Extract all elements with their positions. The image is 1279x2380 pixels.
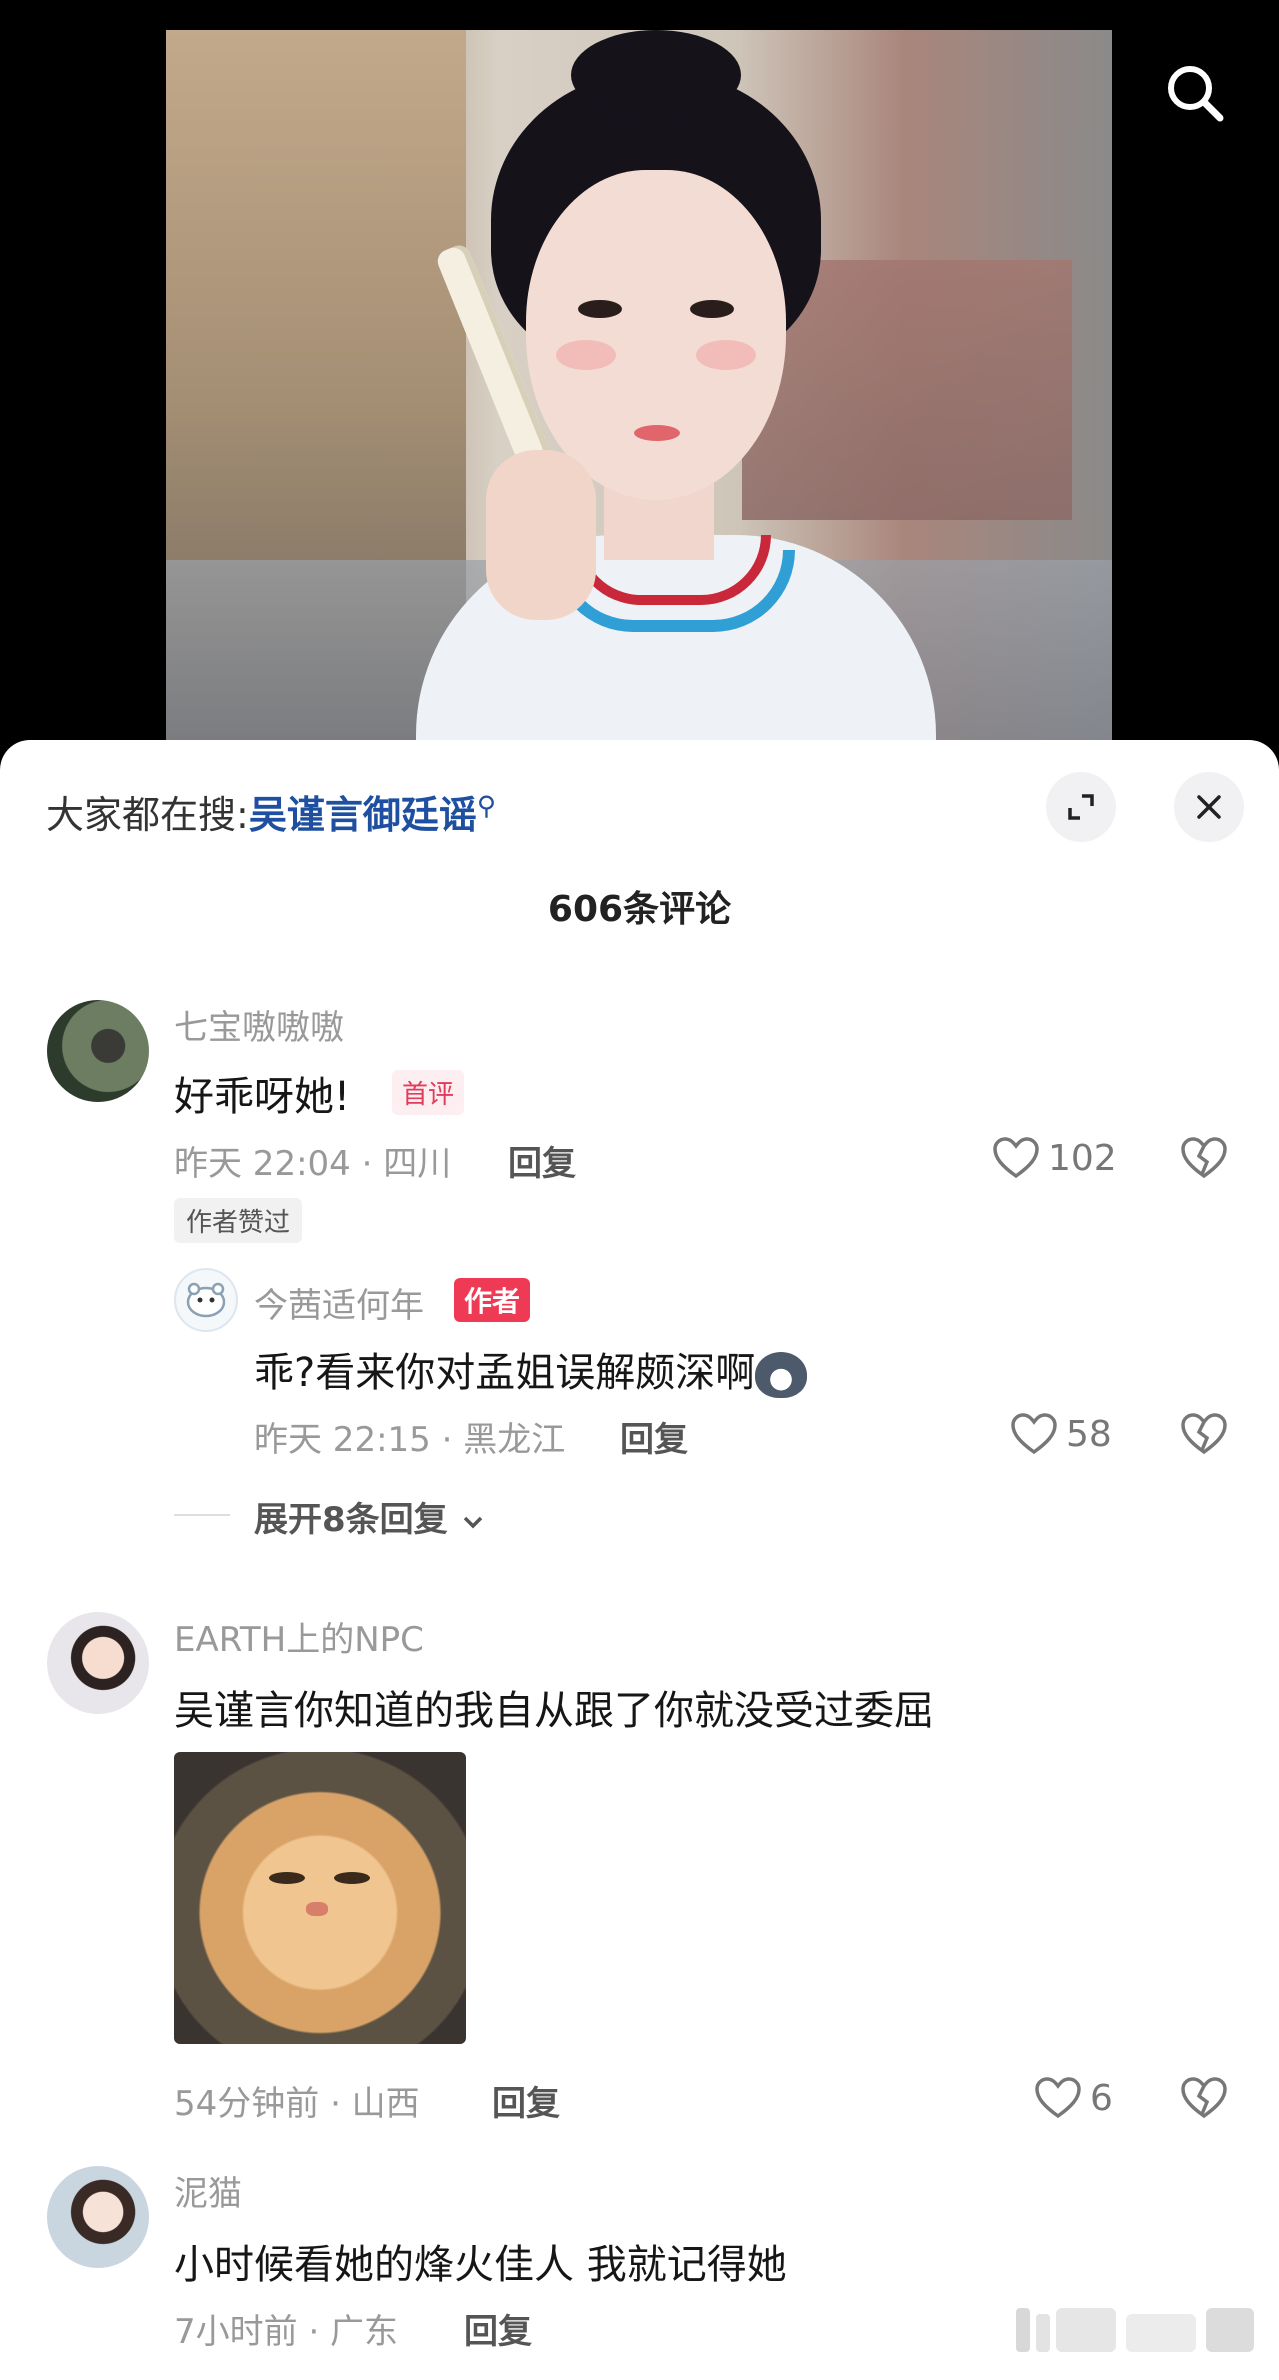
cat-nose [306, 1902, 328, 1916]
trending-search-keyword[interactable]: 吴谨言御廷谣 [249, 793, 477, 837]
dislike-button[interactable] [1180, 1136, 1228, 1184]
author-liked-tag: 作者赞过 [174, 1198, 303, 1243]
dislike-button[interactable] [1180, 2076, 1228, 2124]
like-count: 102 [1048, 1137, 1117, 1179]
comment-text: 吴谨言你知道的我自从跟了你就没受过委屈 [174, 1688, 934, 1734]
cat-eye-left [269, 1872, 305, 1884]
reply-text: 乖?看来你对孟姐误解颇深啊 [254, 1350, 756, 1396]
expand-divider [174, 1514, 230, 1516]
small-search-icon: ⚲ [476, 791, 496, 822]
like-count: 6 [1090, 2077, 1113, 2119]
chevron-down-icon [463, 1516, 482, 1528]
first-comment-badge: 首评 [392, 1070, 465, 1115]
like-button[interactable]: 6 [1034, 2076, 1113, 2120]
reply-button[interactable]: 回复 [464, 2304, 532, 2353]
comments-count-title: 606条评论 [547, 889, 732, 930]
video-frame [166, 30, 1112, 760]
reply-like-button[interactable]: 58 [1010, 1412, 1112, 1456]
trending-search-hint[interactable]: 大家都在搜:吴谨言御廷谣⚲ [46, 784, 496, 839]
watermark-icon [1016, 2308, 1254, 2352]
cartoon-avatar-icon [186, 1282, 226, 1318]
heart-icon [1011, 1413, 1057, 1455]
person-blush-left [556, 340, 616, 370]
reply-button[interactable]: 回复 [492, 2076, 560, 2125]
broken-heart-icon [1181, 2077, 1227, 2119]
broken-heart-icon [1181, 1413, 1227, 1455]
person-blush-right [696, 340, 756, 370]
expand-button[interactable] [1046, 772, 1116, 842]
expand-replies-label: 展开8条回复 [254, 1500, 448, 1540]
reply-avatar[interactable] [174, 1268, 238, 1332]
reply-button[interactable]: 回复 [508, 1136, 576, 1185]
comment-username[interactable]: EARTH上的NPC [174, 1612, 424, 1661]
person-hand [486, 450, 596, 620]
person-lips [634, 425, 680, 441]
person-hair-bun [571, 30, 741, 120]
search-button[interactable] [1160, 58, 1230, 128]
video-player[interactable] [0, 0, 1279, 760]
reply-dislike-button[interactable] [1180, 1412, 1228, 1460]
heart-icon [993, 1137, 1039, 1179]
person-eye-right [690, 300, 734, 318]
comment-text: 小时候看她的烽火佳人 我就记得她 [174, 2242, 787, 2288]
comment-time-location: 54分钟前 · 山西 [174, 2084, 420, 2124]
cat-eye-right [334, 1872, 370, 1884]
expand-icon [1068, 794, 1094, 820]
close-icon [1197, 795, 1221, 819]
heart-icon [1035, 2077, 1081, 2119]
comment-text: 好乖呀她! [174, 1074, 351, 1120]
broken-heart-icon [1181, 1137, 1227, 1179]
avatar[interactable] [47, 1000, 149, 1102]
like-button[interactable]: 102 [992, 1136, 1117, 1180]
comment-time-location: 昨天 22:04 · 四川 [174, 1144, 452, 1184]
reply-username[interactable]: 今茜适何年 [254, 1278, 424, 1327]
reply-text-row: 乖?看来你对孟姐误解颇深啊 [254, 1340, 808, 1398]
reply-time-location: 昨天 22:15 · 黑龙江 [254, 1420, 566, 1460]
person-eye-left [578, 300, 622, 318]
like-count: 58 [1066, 1413, 1112, 1455]
comment-image-cat[interactable] [174, 1752, 466, 2044]
search-icon [1168, 66, 1224, 122]
author-badge: 作者 [454, 1278, 531, 1322]
platform-watermark [1010, 2300, 1260, 2360]
person-face [526, 170, 786, 500]
comment-username[interactable]: 七宝嗷嗷嗷 [174, 1000, 344, 1049]
comment-username[interactable]: 泥猫 [174, 2166, 242, 2215]
close-button[interactable] [1174, 772, 1244, 842]
avatar[interactable] [47, 2166, 149, 2268]
trending-search-prefix: 大家都在搜: [46, 793, 249, 837]
husky-emoji-icon [755, 1352, 808, 1398]
comment-sheet: 大家都在搜:吴谨言御廷谣⚲ 606条评论 七宝嗷嗷嗷 好乖呀她! 首评 昨天 2… [0, 740, 1279, 2380]
expand-replies-button[interactable]: 展开8条回复 [254, 1492, 486, 1541]
avatar[interactable] [47, 1612, 149, 1714]
reply-reply-button[interactable]: 回复 [620, 1412, 688, 1461]
comment-time-location: 7小时前 · 广东 [174, 2312, 399, 2352]
video-person [286, 30, 986, 760]
